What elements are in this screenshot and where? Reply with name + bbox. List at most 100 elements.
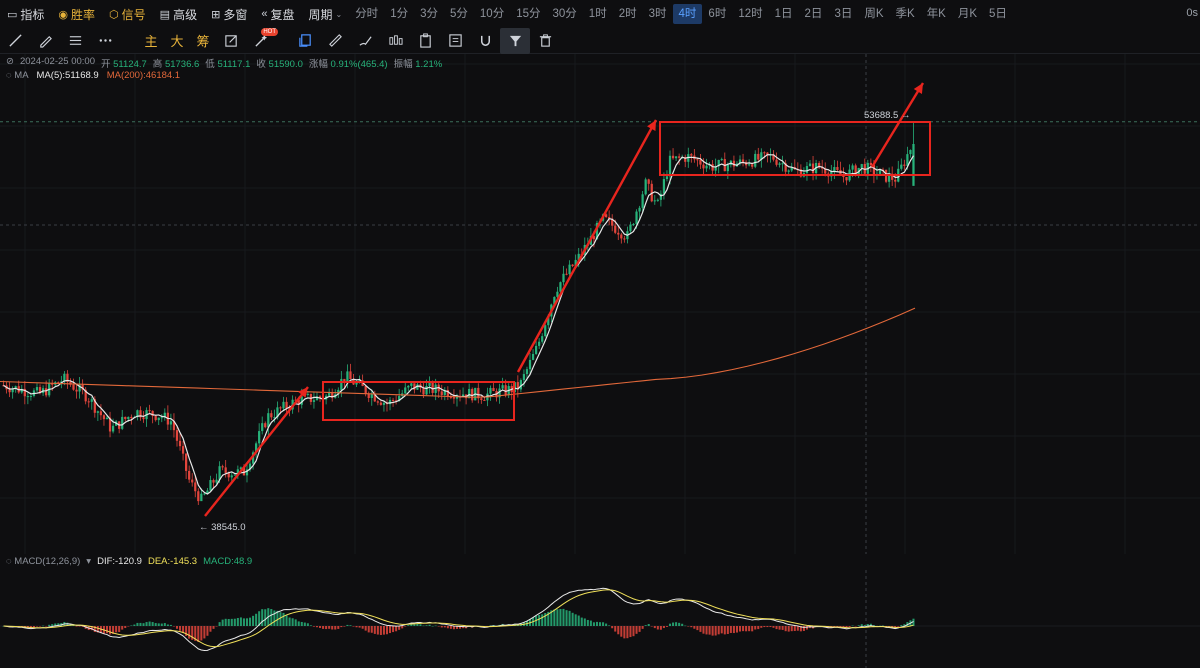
macd-bar (379, 626, 382, 635)
pen-tool[interactable] (30, 28, 60, 54)
macd-bar (273, 610, 276, 626)
toolbar-period-label: 周期 (308, 7, 333, 22)
magnet-tool[interactable] (470, 28, 500, 54)
period-18[interactable]: 年K (921, 4, 952, 24)
main-force-tool[interactable]: 主 (138, 28, 164, 54)
candle-body (105, 417, 109, 420)
macd-bar (860, 624, 863, 626)
hot-tool[interactable]: HOT (246, 27, 278, 54)
macd-bar (568, 610, 571, 626)
period-1[interactable]: 1分 (384, 4, 414, 24)
candles-group (2, 121, 915, 505)
period-10[interactable]: 4时 (672, 4, 703, 24)
period-3[interactable]: 5分 (444, 4, 474, 24)
macd-bar (735, 626, 738, 633)
line-tool[interactable] (0, 28, 30, 54)
period-15[interactable]: 3日 (828, 4, 858, 24)
macd-bar (638, 626, 641, 632)
period-14[interactable]: 2日 (799, 4, 829, 24)
toolbar-multiwindow[interactable]: ⊞ 多窗 (204, 0, 254, 28)
big-order-tool[interactable]: 大 (164, 28, 190, 54)
period-7[interactable]: 1时 (583, 4, 613, 24)
eye-icon[interactable]: ◌ (6, 70, 12, 81)
period-20[interactable]: 5日 (983, 4, 1013, 24)
macd-bar (586, 619, 589, 626)
macd-bar (151, 622, 154, 626)
macd-bar (857, 625, 860, 626)
macd-bar (687, 626, 690, 627)
macd-bar (793, 626, 796, 631)
period-0[interactable]: 分时 (349, 4, 384, 24)
period-5[interactable]: 15分 (510, 4, 546, 24)
macd-bar (598, 622, 602, 626)
macd-bar (854, 626, 857, 627)
chips-tool[interactable]: 筹 (190, 28, 216, 54)
macd-bar (708, 626, 711, 635)
note-tool[interactable] (440, 28, 470, 54)
period-11[interactable]: 6时 (702, 4, 732, 24)
candle-body (181, 446, 185, 454)
ma-label: MA (14, 70, 29, 81)
ma5-line (3, 154, 914, 495)
candle-body (720, 159, 723, 161)
toolbar-winrate[interactable]: ◉ 胜率 (51, 0, 102, 28)
macd-bar (145, 622, 148, 626)
toolbar-indicator[interactable]: ▭ 指标 (0, 0, 51, 28)
filter-tool[interactable] (500, 27, 530, 54)
toolbar-signal[interactable]: ⬡ 信号 (102, 0, 153, 28)
macd-bar (236, 617, 239, 626)
uptrend-arrow-2 (516, 119, 658, 373)
amplitude-value: 1.21% (415, 59, 443, 70)
macd-bar (684, 625, 687, 627)
period-13[interactable]: 1日 (769, 4, 799, 24)
candle-body (29, 395, 33, 397)
draw-tool[interactable] (216, 28, 246, 54)
eye-icon[interactable]: ◌ (6, 556, 12, 567)
toolbar-period-dropdown[interactable]: 周期 ⌄ (301, 0, 349, 28)
low-value: 51117.1 (217, 59, 251, 70)
price-chart[interactable]: 53688.5 → ← 38545.0 (0, 54, 1200, 554)
period-12[interactable]: 12时 (732, 4, 768, 24)
candle-body (665, 176, 669, 180)
period-19[interactable]: 月K (952, 4, 983, 24)
period-16[interactable]: 周K (858, 4, 889, 24)
macd-bar (778, 626, 781, 630)
candle-body (127, 416, 130, 420)
candle-body (641, 194, 644, 208)
clipboard-tool[interactable] (410, 28, 440, 54)
candle-body (678, 156, 681, 158)
line-icon (8, 34, 22, 47)
candle-body (690, 154, 693, 156)
period-9[interactable]: 3时 (643, 4, 673, 24)
candle-tool[interactable] (380, 28, 410, 54)
candle-body (346, 371, 349, 383)
copy-tool[interactable] (290, 28, 320, 54)
period-4[interactable]: 10分 (474, 4, 510, 24)
toolbar-advanced[interactable]: ▤ 高级 (153, 0, 204, 28)
candle-body (169, 421, 173, 425)
candle-body (312, 400, 316, 402)
settings-circle-icon[interactable]: ⊘ (6, 56, 14, 70)
macd-bar (742, 626, 745, 632)
period-17[interactable]: 季K (890, 4, 921, 24)
macd-bar (294, 619, 297, 626)
period-2[interactable]: 3分 (414, 4, 444, 24)
macd-bar (340, 626, 343, 628)
macd-chart[interactable] (0, 570, 1200, 668)
candle-body (279, 407, 282, 409)
brush-tool[interactable] (350, 28, 380, 54)
more-tool[interactable] (90, 28, 120, 54)
period-6[interactable]: 30分 (547, 4, 583, 24)
candle-body (212, 480, 215, 483)
candle-body (568, 264, 571, 275)
macd-bar (629, 626, 632, 638)
ruler-tool[interactable] (320, 28, 350, 54)
delete-tool[interactable] (530, 28, 560, 54)
candle-body (781, 163, 784, 165)
drawing-toolbar: 主 大 筹 HOT (0, 27, 1200, 54)
hline-tool[interactable] (60, 28, 90, 54)
period-8[interactable]: 2时 (613, 4, 643, 24)
toolbar-replay[interactable]: « 复盘 (254, 0, 301, 28)
dropdown-icon[interactable]: ▾ (86, 556, 91, 567)
open-label: 开 (100, 59, 111, 70)
